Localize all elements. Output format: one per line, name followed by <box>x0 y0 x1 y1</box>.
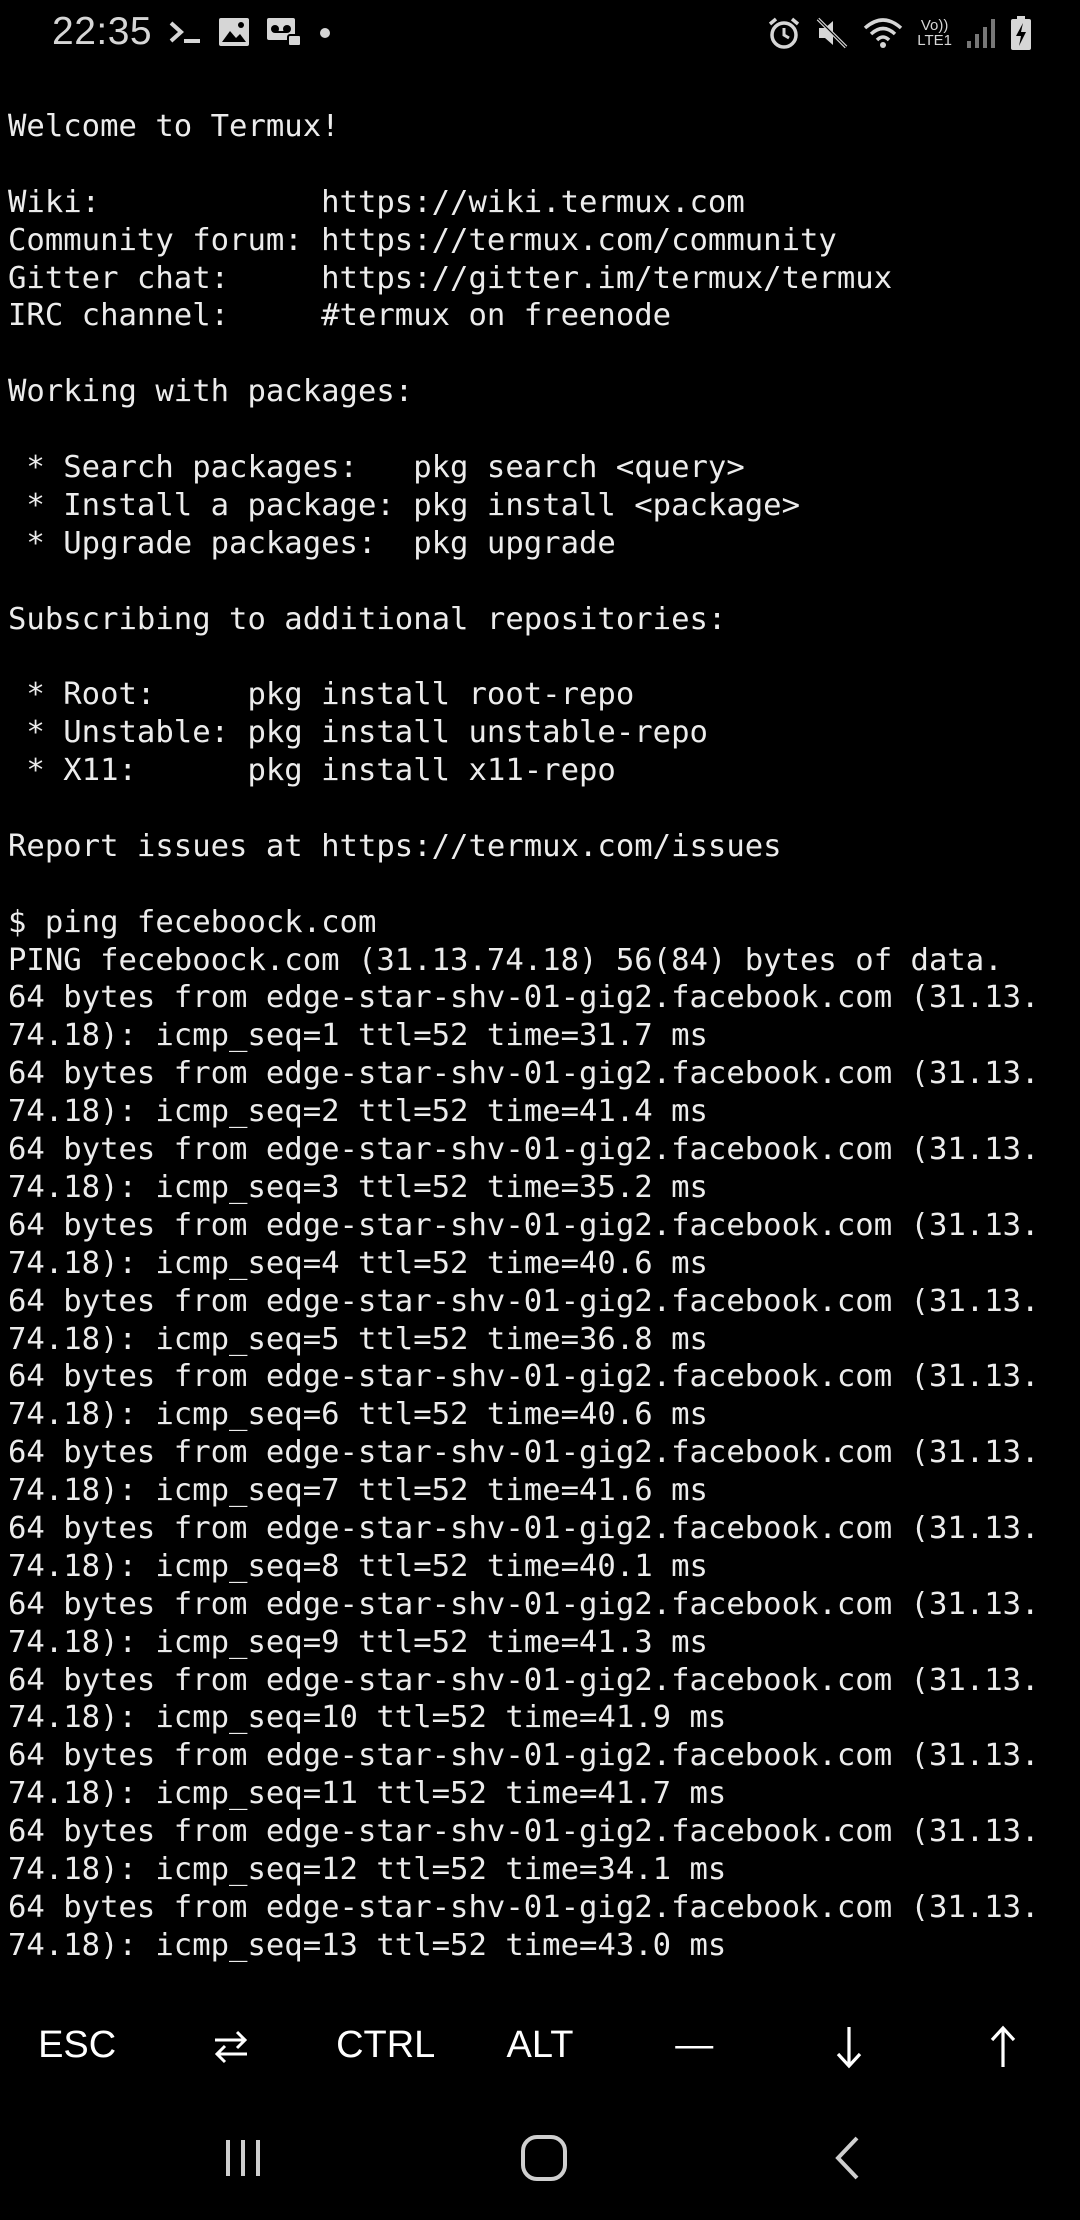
terminal-line: 64 bytes from edge-star-shv-01-gig2.face… <box>8 1814 1040 1850</box>
terminal-line: Working with packages: <box>8 374 414 410</box>
terminal-line: 74.18): icmp_seq=4 ttl=52 time=40.6 ms <box>8 1245 708 1281</box>
terminal-line: IRC channel: #termux on freenode <box>8 298 672 334</box>
terminal-line: 74.18): icmp_seq=12 ttl=52 time=34.1 ms <box>8 1851 727 1887</box>
arrow-up-icon <box>988 2024 1018 2067</box>
terminal-line: 64 bytes from edge-star-shv-01-gig2.face… <box>8 1207 1040 1243</box>
terminal-line: 74.18): icmp_seq=11 ttl=52 time=41.7 ms <box>8 1776 727 1812</box>
terminal-line: * Search packages: pkg search <query> <box>8 450 745 486</box>
mute-icon <box>815 16 849 50</box>
terminal-line: 74.18): icmp_seq=5 ttl=52 time=36.8 ms <box>8 1321 708 1357</box>
terminal-line: Gitter chat: https://gitter.im/termux/te… <box>8 260 893 296</box>
terminal-line: 64 bytes from edge-star-shv-01-gig2.face… <box>8 980 1040 1016</box>
status-clock: 22:35 <box>52 10 153 53</box>
signal-icon <box>966 17 996 49</box>
navigation-bar <box>0 2110 1080 2210</box>
recents-button[interactable] <box>183 2110 303 2210</box>
arrow-down-icon <box>834 2024 864 2069</box>
recents-icon <box>221 2136 265 2184</box>
terminal-icon <box>168 17 202 47</box>
terminal-line: 74.18): icmp_seq=6 ttl=52 time=40.6 ms <box>8 1397 708 1433</box>
dot-icon <box>318 17 332 47</box>
home-icon <box>519 2133 569 2187</box>
status-bar-right: Vo)) LTE1 <box>767 10 1032 56</box>
terminal-line: 64 bytes from edge-star-shv-01-gig2.face… <box>8 1510 1040 1546</box>
terminal-line: 74.18): icmp_seq=9 ttl=52 time=41.3 ms <box>8 1624 708 1660</box>
terminal-line: 64 bytes from edge-star-shv-01-gig2.face… <box>8 1586 1040 1622</box>
tab-key[interactable] <box>154 2003 308 2087</box>
terminal-line: 64 bytes from edge-star-shv-01-gig2.face… <box>8 1283 1040 1319</box>
terminal-line: * X11: pkg install x11-repo <box>8 753 616 789</box>
terminal-line: 64 bytes from edge-star-shv-01-gig2.face… <box>8 1738 1040 1774</box>
terminal-line: Subscribing to additional repositories: <box>8 601 727 637</box>
terminal-line: * Install a package: pkg install <packag… <box>8 487 801 523</box>
terminal-line: 64 bytes from edge-star-shv-01-gig2.face… <box>8 1889 1040 1925</box>
terminal-output[interactable]: Welcome to Termux! Wiki: https://wiki.ter… <box>8 108 1080 1965</box>
terminal-line: Community forum: https://termux.com/comm… <box>8 222 837 258</box>
terminal-line: 74.18): icmp_seq=3 ttl=52 time=35.2 ms <box>8 1169 708 1205</box>
terminal-line: * Root: pkg install root-repo <box>8 677 635 713</box>
terminal-line: 64 bytes from edge-star-shv-01-gig2.face… <box>8 1435 1040 1471</box>
terminal-line: 74.18): icmp_seq=1 ttl=52 time=31.7 ms <box>8 1018 708 1054</box>
terminal-line: * Upgrade packages: pkg upgrade <box>8 525 616 561</box>
back-button[interactable] <box>787 2110 907 2210</box>
image-icon <box>218 17 250 47</box>
terminal-line: 64 bytes from edge-star-shv-01-gig2.face… <box>8 1359 1040 1395</box>
tab-arrows-icon <box>211 2024 251 2066</box>
back-icon <box>829 2133 865 2187</box>
ctrl-key[interactable]: CTRL <box>309 2003 463 2087</box>
terminal-line: Wiki: https://wiki.termux.com <box>8 184 745 220</box>
terminal-line: 64 bytes from edge-star-shv-01-gig2.face… <box>8 1132 1040 1168</box>
status-bar-left: 22:35 <box>52 8 332 56</box>
terminal-line: $ ping feceboock.com <box>8 904 377 940</box>
terminal-line: 74.18): icmp_seq=8 ttl=52 time=40.1 ms <box>8 1548 708 1584</box>
lte-label: LTE1 <box>917 32 952 49</box>
terminal-line: 74.18): icmp_seq=13 ttl=52 time=43.0 ms <box>8 1927 727 1963</box>
terminal-line: 64 bytes from edge-star-shv-01-gig2.face… <box>8 1056 1040 1092</box>
voicemail-icon <box>266 17 303 47</box>
terminal-line: 74.18): icmp_seq=10 ttl=52 time=41.9 ms <box>8 1700 727 1736</box>
arrow-up-key[interactable] <box>926 2003 1080 2087</box>
terminal-line: * Unstable: pkg install unstable-repo <box>8 715 708 751</box>
arrow-down-key[interactable] <box>771 2003 925 2087</box>
battery-charging-icon <box>1010 15 1032 51</box>
dash-key[interactable]: — <box>617 2003 771 2087</box>
esc-key[interactable]: ESC <box>0 2003 154 2087</box>
alarm-icon <box>767 16 801 50</box>
terminal-line: 64 bytes from edge-star-shv-01-gig2.face… <box>8 1662 1040 1698</box>
home-button[interactable] <box>484 2110 604 2210</box>
terminal-line: Welcome to Termux! <box>8 109 340 144</box>
alt-key[interactable]: ALT <box>463 2003 617 2087</box>
wifi-icon <box>863 16 903 50</box>
terminal-line: 74.18): icmp_seq=7 ttl=52 time=41.6 ms <box>8 1473 708 1509</box>
terminal-line: Report issues at https://termux.com/issu… <box>8 828 782 864</box>
extra-keys-bar: ESC CTRL ALT — <box>0 2003 1080 2087</box>
network-type-label: Vo)) LTE1 <box>917 18 952 48</box>
status-bar: 22:35 Vo)) LTE1 <box>0 0 1080 64</box>
terminal-line: 74.18): icmp_seq=2 ttl=52 time=41.4 ms <box>8 1094 708 1130</box>
terminal-line: PING feceboock.com (31.13.74.18) 56(84) … <box>8 942 1003 978</box>
